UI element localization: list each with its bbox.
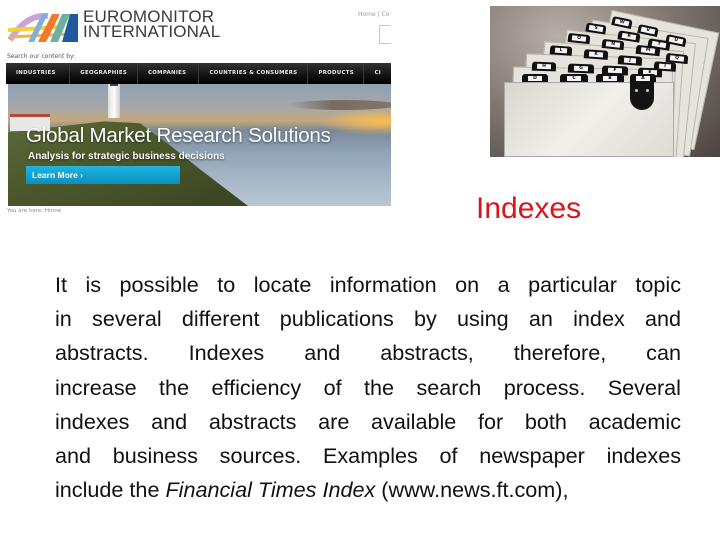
slide-body-text: It is possible to locate information on … — [55, 268, 681, 507]
nav-item-industries[interactable]: INDUSTRIES — [6, 63, 71, 84]
euromonitor-logo-icon — [8, 12, 78, 42]
hero-subtitle: Analysis for strategic business decision… — [28, 151, 225, 162]
body-line: and business sources. Examples of newspa… — [55, 443, 681, 469]
lighthouse-lamp — [110, 84, 118, 86]
nav-item-more[interactable]: CI — [364, 63, 391, 84]
body-line: It is possible to locate information on … — [55, 272, 681, 297]
hero-title: Global Market Research Solutions — [26, 124, 331, 147]
main-nav: INDUSTRIES GEOGRAPHIES COMPANIES COUNTRI… — [6, 63, 391, 84]
body-text-url: (www.news.ft.com), — [375, 477, 569, 503]
nav-item-geographies[interactable]: GEOGRAPHIES — [70, 63, 139, 84]
nav-item-products[interactable]: PRODUCTS — [308, 63, 365, 84]
publication-title: Financial Times Index — [165, 477, 376, 503]
nav-item-countries-consumers[interactable]: COUNTRIES & CONSUMERS — [199, 63, 309, 84]
brand-line-2: INTERNATIONAL — [83, 22, 221, 41]
hero-cloud — [288, 100, 391, 110]
slide-title: Indexes — [476, 192, 582, 225]
body-line: indexes and abstracts are available for … — [55, 408, 681, 434]
body-text: include the — [55, 477, 166, 503]
breadcrumb: You are here: Home — [7, 208, 62, 214]
card-clip — [630, 82, 654, 110]
euromonitor-website-screenshot: EUROMONITOR INTERNATIONAL Home | Co Sear… — [6, 0, 391, 218]
index-tab: G — [567, 63, 595, 74]
nav-item-companies[interactable]: COMPANIES — [138, 63, 200, 84]
index-tab: K — [583, 49, 609, 60]
body-line: in several different publications by usi… — [55, 306, 681, 332]
learn-more-button[interactable]: Learn More › — [26, 166, 180, 184]
top-links[interactable]: Home | Co — [358, 11, 389, 18]
hero-banner: Global Market Research Solutions Analysi… — [8, 84, 391, 206]
body-line: abstracts. Indexes and abstracts, theref… — [55, 340, 681, 366]
index-tab: H — [531, 61, 557, 72]
index-tab: L — [549, 45, 573, 56]
brand-name: EUROMONITOR INTERNATIONAL — [83, 8, 221, 41]
search-by-label: Search our content by: — [7, 53, 76, 60]
body-line-last: include the Financial Times Index (www.n… — [55, 473, 681, 507]
body-line: increase the efficiency of the search pr… — [55, 374, 681, 400]
lighthouse-image — [108, 84, 120, 118]
index-cards-photo: W V U S R T O N M Q L K J I H G F E D C … — [490, 6, 720, 157]
search-input[interactable] — [379, 25, 391, 44]
index-tab: J — [617, 55, 643, 66]
